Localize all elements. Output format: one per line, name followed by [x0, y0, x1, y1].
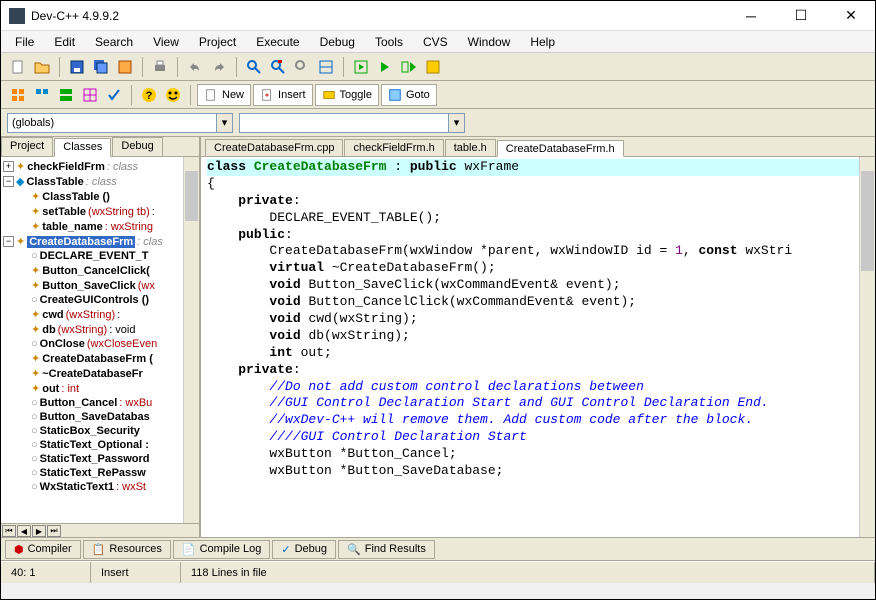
toolbar-secondary: ? New Insert Toggle Goto: [1, 81, 875, 109]
close-button[interactable]: ✕: [835, 4, 867, 28]
menubar: File Edit Search View Project Execute De…: [1, 31, 875, 53]
grid-icon-4[interactable]: [79, 84, 101, 106]
svg-text:?: ?: [146, 90, 153, 102]
titlebar: Dev-C++ 4.9.9.2 ─ ☐ ✕: [1, 1, 875, 31]
menu-project[interactable]: Project: [189, 33, 246, 51]
btab-compiler[interactable]: ⬢Compiler: [5, 540, 81, 559]
goto-button[interactable]: Goto: [381, 84, 437, 106]
find-again-icon[interactable]: [291, 56, 313, 78]
editor-tab-0[interactable]: CreateDatabaseFrm.cpp: [205, 139, 343, 156]
tab-project[interactable]: Project: [1, 137, 53, 156]
member-combo[interactable]: ▾: [239, 113, 465, 133]
combo-row: (globals)▾ ▾: [1, 109, 875, 137]
menu-tools[interactable]: Tools: [365, 33, 413, 51]
bottom-tabs: ⬢Compiler 📋Resources 📄Compile Log ✓Debug…: [1, 537, 875, 561]
nav-first-icon[interactable]: ⏮: [2, 525, 16, 537]
compile-run-icon[interactable]: [398, 56, 420, 78]
menu-debug[interactable]: Debug: [310, 33, 365, 51]
check-icon[interactable]: [103, 84, 125, 106]
grid-icon-2[interactable]: [31, 84, 53, 106]
grid-icon-3[interactable]: [55, 84, 77, 106]
compile-icon[interactable]: [350, 56, 372, 78]
menu-edit[interactable]: Edit: [44, 33, 85, 51]
nav-prev-icon[interactable]: ◀: [17, 525, 31, 537]
menu-search[interactable]: Search: [85, 33, 143, 51]
rebuild-icon[interactable]: [422, 56, 444, 78]
menu-file[interactable]: File: [5, 33, 44, 51]
nav-next-icon[interactable]: ▶: [32, 525, 46, 537]
toggle-button[interactable]: Toggle: [315, 84, 379, 106]
save-all-icon[interactable]: [90, 56, 112, 78]
run-icon[interactable]: [374, 56, 396, 78]
tab-classes[interactable]: Classes: [54, 138, 111, 157]
editor-scrollbar[interactable]: [859, 157, 875, 537]
editor-tabs: CreateDatabaseFrm.cpp checkFieldFrm.h ta…: [201, 137, 875, 157]
nav-last-icon[interactable]: ⏭: [47, 525, 61, 537]
btab-resources[interactable]: 📋Resources: [83, 540, 171, 559]
undo-icon[interactable]: [184, 56, 206, 78]
editor-tab-1[interactable]: checkFieldFrm.h: [344, 139, 443, 156]
find-icon[interactable]: [243, 56, 265, 78]
code-editor[interactable]: class CreateDatabaseFrm : public wxFrame…: [201, 157, 875, 537]
tree-scrollbar[interactable]: [183, 157, 199, 523]
app-icon: [9, 8, 25, 24]
btab-compile-log[interactable]: 📄Compile Log: [173, 540, 270, 559]
menu-view[interactable]: View: [143, 33, 189, 51]
minimize-button[interactable]: ─: [735, 4, 767, 28]
menu-cvs[interactable]: CVS: [413, 33, 458, 51]
editor-tab-2[interactable]: table.h: [445, 139, 496, 156]
replace-icon[interactable]: [267, 56, 289, 78]
maximize-button[interactable]: ☐: [785, 4, 817, 28]
insert-button[interactable]: Insert: [253, 84, 313, 106]
open-file-icon[interactable]: [31, 56, 53, 78]
grid-icon-1[interactable]: [7, 84, 29, 106]
close-file-icon[interactable]: [114, 56, 136, 78]
print-icon[interactable]: [149, 56, 171, 78]
about-icon[interactable]: [162, 84, 184, 106]
btab-find-results[interactable]: 🔍Find Results: [338, 540, 435, 559]
editor-tab-3[interactable]: CreateDatabaseFrm.h: [497, 140, 624, 157]
tab-debug[interactable]: Debug: [112, 137, 162, 156]
status-position: 40: 1: [1, 562, 91, 583]
statusbar: 40: 1 Insert 118 Lines in file: [1, 561, 875, 583]
btab-debug[interactable]: ✓Debug: [272, 540, 336, 559]
menu-help[interactable]: Help: [520, 33, 565, 51]
goto-line-icon[interactable]: [315, 56, 337, 78]
menu-window[interactable]: Window: [458, 33, 521, 51]
new-file-icon[interactable]: [7, 56, 29, 78]
tree-nav-buttons: ⏮ ◀ ▶ ⏭: [1, 523, 199, 537]
window-title: Dev-C++ 4.9.9.2: [31, 9, 735, 23]
left-tabs: Project Classes Debug: [1, 137, 199, 157]
status-info: 118 Lines in file: [181, 562, 875, 583]
status-mode: Insert: [91, 562, 181, 583]
toolbar-main: [1, 53, 875, 81]
redo-icon[interactable]: [208, 56, 230, 78]
menu-execute[interactable]: Execute: [246, 33, 309, 51]
new-button[interactable]: New: [197, 84, 251, 106]
save-icon[interactable]: [66, 56, 88, 78]
help-icon[interactable]: ?: [138, 84, 160, 106]
class-tree[interactable]: +✦checkFieldFrm: class −◆ClassTable: cla…: [1, 157, 199, 523]
tree-selected: CreateDatabaseFrm: [27, 236, 135, 248]
scope-combo[interactable]: (globals)▾: [7, 113, 233, 133]
